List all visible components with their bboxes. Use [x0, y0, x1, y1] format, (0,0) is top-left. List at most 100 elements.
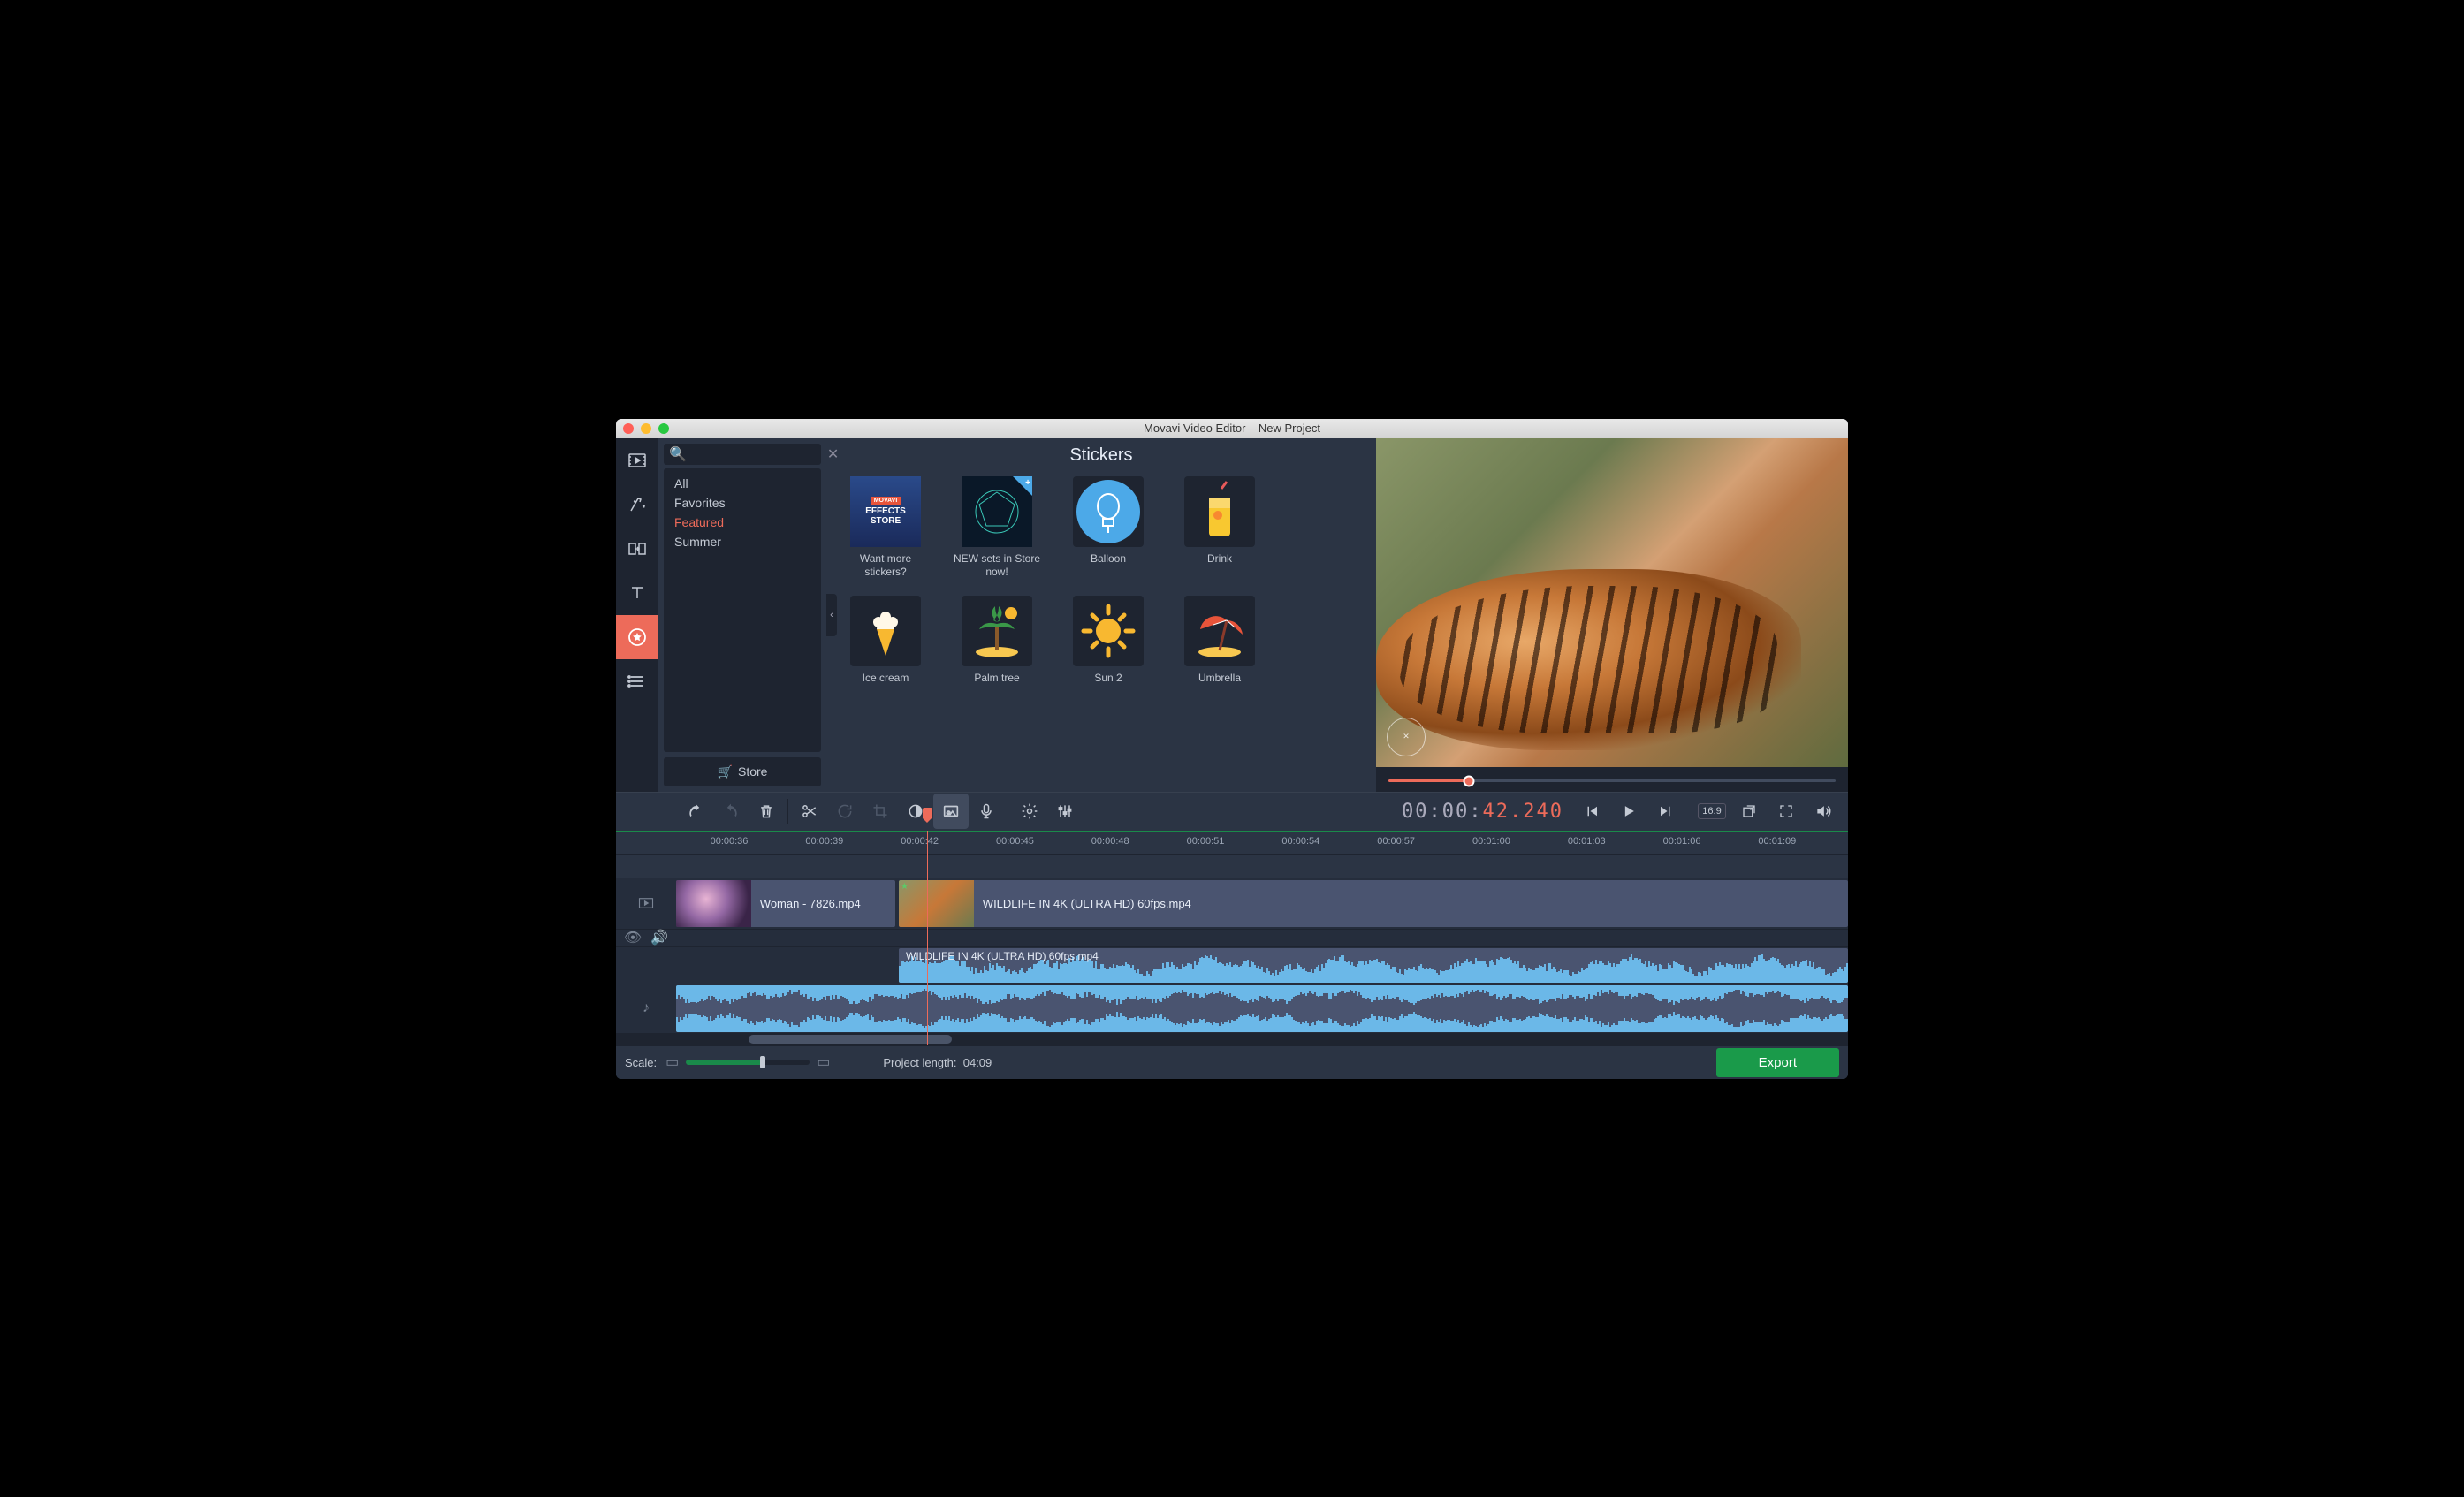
- timecode-display: 00:00:42.240: [1402, 801, 1563, 823]
- sticker-item[interactable]: Palm tree: [952, 596, 1042, 686]
- tab-import[interactable]: [616, 438, 658, 483]
- timeline-h-scrollbar[interactable]: [616, 1033, 1848, 1045]
- sticker-item[interactable]: Ice cream: [840, 596, 931, 686]
- audio-clip[interactable]: [676, 985, 1848, 1032]
- ruler-tick-label: 00:01:09: [1758, 836, 1796, 847]
- window-title: Movavi Video Editor – New Project: [616, 422, 1848, 435]
- ruler-tick-label: 00:00:48: [1091, 836, 1129, 847]
- audio-mixer-button[interactable]: [1047, 794, 1083, 829]
- tab-filters[interactable]: [616, 483, 658, 527]
- tab-titles[interactable]: [616, 571, 658, 615]
- tab-transitions[interactable]: [616, 527, 658, 571]
- ruler-tick-label: 00:00:42: [901, 836, 939, 847]
- sticker-thumb[interactable]: [1184, 596, 1255, 666]
- ruler-tick-label: 00:00:57: [1377, 836, 1415, 847]
- panel-title: Stickers: [840, 445, 1362, 466]
- sticker-thumb[interactable]: [1073, 476, 1144, 547]
- ruler-tick-label: 00:00:45: [996, 836, 1034, 847]
- rotate-button[interactable]: [827, 794, 863, 829]
- delete-button[interactable]: [749, 794, 784, 829]
- scrollbar-thumb[interactable]: [749, 1035, 952, 1044]
- search-input[interactable]: [690, 448, 827, 460]
- music-track-head[interactable]: ♪: [616, 984, 676, 1033]
- watermark-icon: ✕: [1387, 718, 1426, 756]
- sticker-item[interactable]: Sun 2: [1063, 596, 1153, 686]
- preview-video[interactable]: ✕: [1376, 438, 1848, 767]
- tracks-container: Woman - 7826.mp4 ★ WILDLIFE IN 4K (ULTRA…: [616, 854, 1848, 1045]
- music-track[interactable]: [676, 984, 1848, 1033]
- play-button[interactable]: [1611, 794, 1646, 829]
- volume-button[interactable]: [1806, 794, 1841, 829]
- stickers-panel: Stickers MOVAVIEFFECTSSTORE Want more sti…: [826, 438, 1376, 792]
- record-audio-button[interactable]: [969, 794, 1004, 829]
- ruler-tick-label: 00:01:00: [1472, 836, 1510, 847]
- sticker-item[interactable]: Umbrella: [1175, 596, 1265, 686]
- crop-button[interactable]: [863, 794, 898, 829]
- zoom-in-icon[interactable]: ▭: [817, 1053, 830, 1071]
- detach-preview-button[interactable]: [1731, 794, 1767, 829]
- linked-audio-track[interactable]: WILDLIFE IN 4K (ULTRA HD) 60fps.mp4: [676, 947, 1848, 984]
- category-item[interactable]: Favorites: [664, 493, 821, 513]
- ruler-tick-label: 00:00:36: [711, 836, 749, 847]
- undo-button[interactable]: [678, 794, 713, 829]
- store-button[interactable]: 🛒 Store: [664, 757, 821, 786]
- scale-slider[interactable]: [686, 1060, 810, 1065]
- titlebar: Movavi Video Editor – New Project: [616, 419, 1848, 438]
- sticker-item[interactable]: Balloon: [1063, 476, 1153, 580]
- ruler-tick-label: 00:01:06: [1663, 836, 1701, 847]
- video-track-head[interactable]: [616, 878, 676, 929]
- eye-icon[interactable]: 👁: [624, 929, 642, 946]
- ruler-tick-label: 00:00:39: [805, 836, 843, 847]
- category-item[interactable]: Summer: [664, 532, 821, 551]
- collapse-panel-button[interactable]: ‹: [826, 594, 837, 636]
- speaker-icon[interactable]: 🔊: [650, 929, 668, 946]
- video-clip[interactable]: ★ WILDLIFE IN 4K (ULTRA HD) 60fps.mp4: [899, 880, 1848, 927]
- categories-panel: 🔍 ✕ All Favorites Featured Summer 🛒 Stor…: [658, 438, 826, 792]
- tab-more[interactable]: [616, 659, 658, 703]
- clip-properties-button[interactable]: [933, 794, 969, 829]
- sticker-label: Want more stickers?: [840, 552, 931, 580]
- favorite-icon: ★: [901, 882, 909, 892]
- sticker-label: Palm tree: [952, 672, 1042, 686]
- ruler-tick-label: 00:00:51: [1187, 836, 1225, 847]
- sticker-item[interactable]: NEW sets in Store now!: [952, 476, 1042, 580]
- category-list: All Favorites Featured Summer: [664, 468, 821, 752]
- redo-button[interactable]: [713, 794, 749, 829]
- sticker-item[interactable]: Drink: [1175, 476, 1265, 580]
- fullscreen-button[interactable]: [1768, 794, 1804, 829]
- seek-slider[interactable]: [1388, 779, 1836, 782]
- sticker-thumb[interactable]: [962, 476, 1032, 547]
- sticker-thumb[interactable]: MOVAVIEFFECTSSTORE: [850, 476, 921, 547]
- cart-icon: 🛒: [718, 764, 733, 779]
- video-clip[interactable]: Woman - 7826.mp4: [676, 880, 895, 927]
- timeline-ruler[interactable]: 00:00:36 00:00:39 00:00:42 00:00:45 00:00:48…: [616, 831, 1848, 854]
- aspect-ratio-button[interactable]: 16:9: [1694, 794, 1730, 829]
- video-track[interactable]: Woman - 7826.mp4 ★ WILDLIFE IN 4K (ULTRA…: [676, 878, 1848, 929]
- sticker-thumb[interactable]: [1184, 476, 1255, 547]
- tab-stickers[interactable]: [616, 615, 658, 659]
- link-track-head: 👁 🔊: [616, 930, 676, 946]
- store-label: Store: [738, 764, 767, 779]
- category-item[interactable]: All: [664, 474, 821, 493]
- bottom-bar: Scale: ▭ ▭ Project length: 04:09 Export: [616, 1045, 1848, 1079]
- sticker-label: Balloon: [1063, 552, 1153, 566]
- settings-button[interactable]: [1012, 794, 1047, 829]
- clear-search-icon[interactable]: ✕: [827, 445, 839, 463]
- sticker-thumb[interactable]: [1073, 596, 1144, 666]
- category-search[interactable]: 🔍 ✕: [664, 444, 821, 465]
- sticker-thumb[interactable]: [850, 596, 921, 666]
- prev-frame-button[interactable]: [1574, 794, 1609, 829]
- scale-thumb[interactable]: [760, 1056, 765, 1068]
- split-button[interactable]: [792, 794, 827, 829]
- next-frame-button[interactable]: [1648, 794, 1684, 829]
- category-item-selected[interactable]: Featured: [664, 513, 821, 532]
- audio-clip[interactable]: WILDLIFE IN 4K (ULTRA HD) 60fps.mp4: [899, 948, 1848, 983]
- sticker-thumb[interactable]: [962, 596, 1032, 666]
- sticker-label: Umbrella: [1175, 672, 1265, 686]
- export-button[interactable]: Export: [1716, 1048, 1839, 1077]
- playhead[interactable]: [927, 831, 928, 1045]
- seek-thumb[interactable]: [1464, 775, 1475, 786]
- search-icon: 🔍: [669, 445, 687, 463]
- zoom-out-icon[interactable]: ▭: [665, 1053, 679, 1071]
- sticker-item[interactable]: MOVAVIEFFECTSSTORE Want more stickers?: [840, 476, 931, 580]
